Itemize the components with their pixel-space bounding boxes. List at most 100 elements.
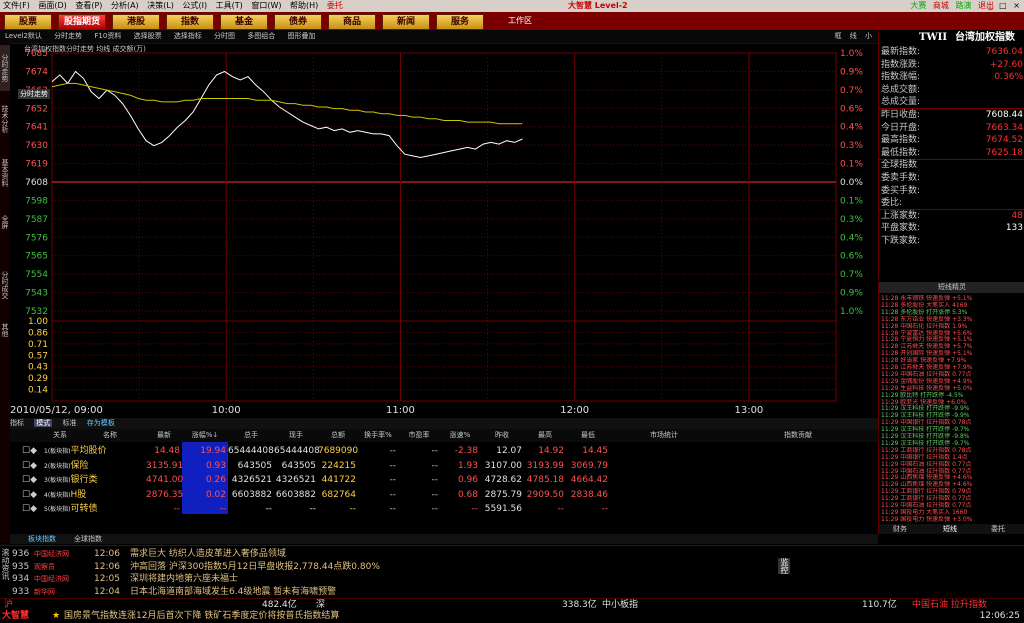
table-cell: 643505 [281,460,316,471]
percent-tick-label: 0.1% [840,160,863,170]
tab-shortline[interactable]: 短线 [943,524,957,534]
table-row[interactable]: ☐◆ 1(板块指)平均股价 14.48 19.94 65444408 65444408 76… [10,444,610,458]
column-header[interactable]: 关系 [46,429,75,442]
nav-news[interactable]: 新闻 [382,14,430,30]
toolbar-intraday[interactable]: 分时走势 [54,30,82,43]
link-mall[interactable]: 商城 [933,1,949,10]
menu-formula[interactable]: 公式(I) [182,0,207,12]
tab-fundamental[interactable]: 基本资料 [0,153,10,193]
tab-finance[interactable]: 财务 [893,524,907,534]
row-checkbox-icon[interactable]: ☐◆ [22,461,37,471]
tab-trades[interactable]: 分时成交 [0,263,10,307]
ticker-item[interactable]: 11:29 国投电力 快速反弹 +3.0% [881,516,1021,523]
quote-label: 指数涨幅: [881,72,921,83]
news-headline: 深圳将建内地第六座未福士 [130,574,239,584]
percent-tick-label: 0.3% [840,141,863,151]
price-tick-label: 7554 [25,270,48,280]
menu-screen[interactable]: 画面(D) [38,0,66,12]
tab-standard[interactable]: 标准 [62,419,76,427]
menu-view[interactable]: 查看(P) [75,0,102,12]
nav-index-futures[interactable]: 股指期货 [58,14,106,30]
toolbar-level2[interactable]: Level2默认 [5,30,42,43]
nav-stocks[interactable]: 股票 [4,14,52,30]
menu-help[interactable]: 帮助(H) [290,0,318,12]
tab-sector-index[interactable]: 板块指数 [28,534,56,544]
nav-bond[interactable]: 债券 [274,14,322,30]
nav-service[interactable]: 服务 [436,14,484,30]
table-row[interactable]: ☐◆ 5(板块指)可转债 -- -- -- -- -- -- -- -- 5591.56 -- -- [10,502,610,516]
column-header[interactable]: 指数贡献 [718,429,879,442]
marquee-text[interactable]: 国房景气指数连涨12月后首次下降 铁矿石季度定价将按普氏指数结算 [64,610,339,623]
quote-value: +27.60 [989,59,1023,70]
column-header[interactable]: 总额 [318,429,359,442]
news-item[interactable]: 934 中国经济网 12:05 深圳将建内地第六座未福士 [12,573,238,585]
tab-save-template[interactable]: 存为模板 [87,419,115,427]
link-contest[interactable]: 大赛 [910,1,926,10]
column-header[interactable]: 现手 [274,429,319,442]
column-header[interactable]: 涨幅%↓ [182,429,229,442]
news-item[interactable]: 936 中国经济网 12:06 需求巨大 纺织人造皮革进入奢侈品领域 [12,548,286,560]
tab-technical[interactable]: 技术分析 [0,99,10,139]
workarea-label[interactable]: 工作区 [508,15,532,26]
quote-value: 7608.44 [985,110,1023,120]
tab-order[interactable]: 委托 [991,524,1005,534]
menu-window[interactable]: 窗口(W) [251,0,281,12]
column-header[interactable]: 昨收 [480,429,525,442]
link-roadshow[interactable]: 路演 [955,1,971,10]
tab-mode[interactable]: 模式 [34,419,53,427]
column-header[interactable] [10,429,47,442]
tab-global-index[interactable]: 全球指数 [74,534,102,544]
column-header[interactable]: 名称 [74,429,147,442]
intraday-chart[interactable]: 76851.0%76740.9%76630.7%76520.6%76410.4%… [10,43,878,418]
toolbar-frame-button[interactable]: 框 [835,32,842,40]
column-header[interactable]: 市场统计 [610,429,719,442]
quote-row: 指数涨幅: 0.36% [879,71,1024,83]
column-header[interactable]: 市盈率 [398,429,441,442]
column-header[interactable]: 最低 [566,429,611,442]
top-right-links: 大赛 商城 路演 退出 [906,0,994,12]
column-header[interactable]: 最高 [524,429,567,442]
menu-decision[interactable]: 决策(L) [147,0,174,12]
toolbar-multi-chart[interactable]: 多图组合 [247,30,275,43]
menu-file[interactable]: 文件(F) [3,0,30,12]
tab-intraday[interactable]: 分时走势 [0,45,10,91]
window-controls[interactable]: _ □ × [989,0,1022,12]
column-header[interactable]: 换手率% [358,429,399,442]
nav-commodity[interactable]: 商品 [328,14,376,30]
nav-hk[interactable]: 港股 [112,14,160,30]
row-checkbox-icon[interactable]: ☐◆ [22,475,37,485]
column-header[interactable]: 总手 [228,429,275,442]
table-row[interactable]: ☐◆ 3(板块指)银行类 4741.00 0.26 4326521 4326521 4417… [10,473,610,487]
column-header[interactable]: 最新 [146,429,183,442]
toolbar-overlay[interactable]: 图形叠加 [288,30,316,43]
ticker-time: 11:29 [881,515,899,523]
toolbar-small-button[interactable]: 小 [865,32,872,40]
news-item[interactable]: 935 观察员 12:06 沖高回落 沪深300指数5月12日早盘收报2,778.44… [12,561,380,573]
menu-tools[interactable]: 工具(T) [216,0,243,12]
table-cell: -- [349,504,357,514]
tab-indicator[interactable]: 指标 [10,419,24,427]
table-cell: -- [389,446,397,456]
toolbar-f10[interactable]: F10资料 [94,30,121,43]
toolbar-intraday-chart[interactable]: 分时图 [214,30,235,43]
column-header[interactable]: 涨速% [440,429,481,442]
nav-index[interactable]: 指数 [166,14,214,30]
menu-order[interactable]: 委托 [327,0,343,12]
toolbar-line-button[interactable]: 线 [850,32,857,40]
toolbar-select-indicator[interactable]: 选择指标 [174,30,202,43]
table-row[interactable]: ☐◆ 4(板块指)H股 2876.35 0.02 6603882 6603882 68276… [10,488,610,502]
ticker-header[interactable]: 短线精灵 [879,282,1024,293]
news-item[interactable]: 933 新华网 12:04 日本北海道南部海域发生6.4级地震 暂未有海啸预警 [12,586,336,598]
time-tick-label: 13:00 [734,405,763,416]
row-checkbox-icon[interactable]: ☐◆ [22,490,37,500]
nav-fund[interactable]: 基金 [220,14,268,30]
tab-other[interactable]: 其他 [0,319,10,341]
monitor-button[interactable]: 监控 [778,558,790,574]
toolbar-select-stock[interactable]: 选择股票 [134,30,162,43]
row-checkbox-icon[interactable]: ☐◆ [22,504,37,514]
tab-fullscreen[interactable]: 全屏 [0,211,10,233]
menu-analysis[interactable]: 分析(A) [111,0,139,12]
row-checkbox-icon[interactable]: ☐◆ [22,446,37,456]
table-row[interactable]: ☐◆ 2(板块指)保险 3135.91 0.93 643505 643505 224215 -… [10,459,610,473]
quote-row: 总成交额: [879,84,1024,96]
